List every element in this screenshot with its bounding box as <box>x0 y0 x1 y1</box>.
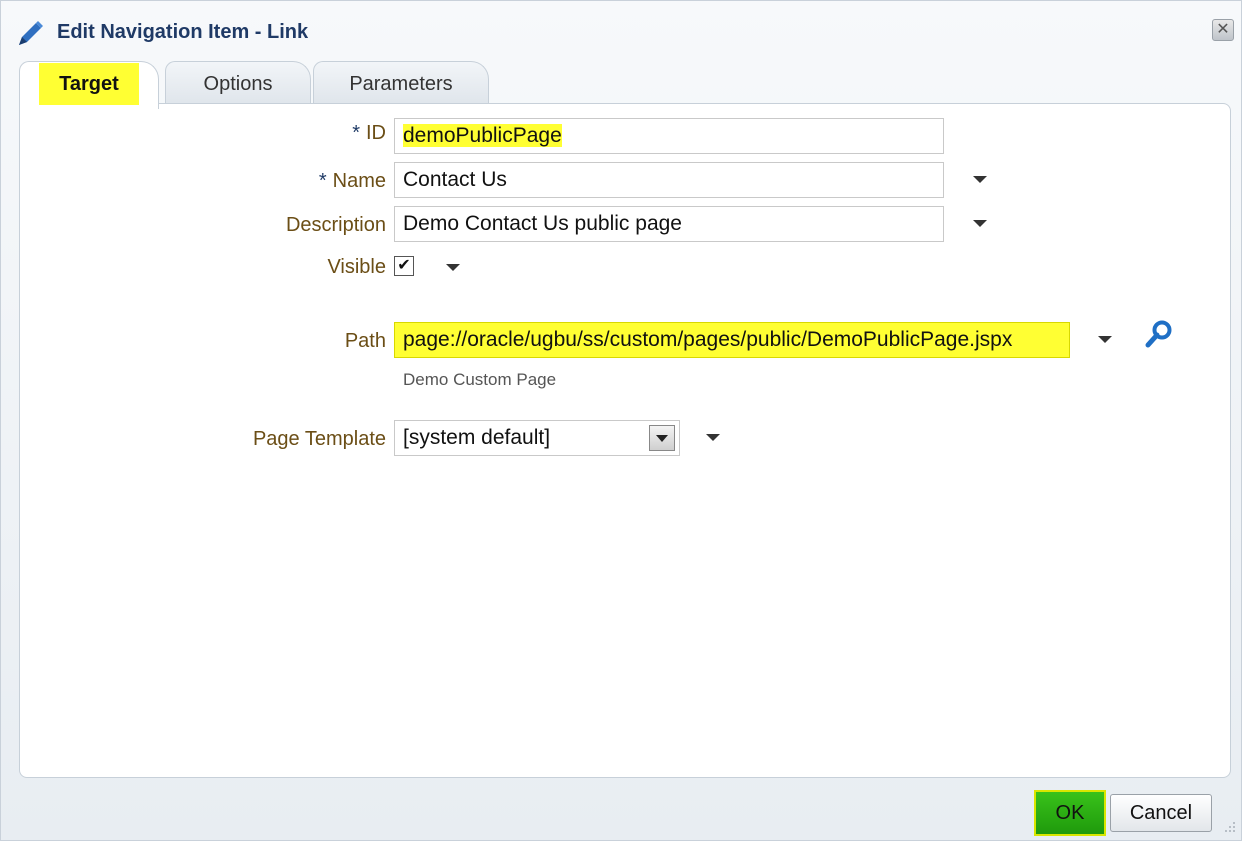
id-field[interactable]: demoPublicPage <box>394 118 944 154</box>
search-icon[interactable] <box>1144 319 1174 349</box>
path-hint: Demo Custom Page <box>403 370 557 389</box>
path-label: Path <box>344 330 386 352</box>
tab-parameters[interactable]: Parameters <box>313 61 489 105</box>
tab-target[interactable]: Target <box>19 61 159 109</box>
name-value: Contact Us <box>403 168 507 191</box>
description-label: Description <box>285 214 386 236</box>
select-arrow-button[interactable] <box>649 425 675 451</box>
tab-target-label: Target <box>39 63 139 105</box>
tab-options-label: Options <box>203 73 273 95</box>
visible-checkbox[interactable]: ✔ <box>394 256 414 276</box>
page-template-label: Page Template <box>252 428 386 450</box>
tab-parameters-label: Parameters <box>349 73 453 95</box>
name-label: * Name <box>318 170 386 192</box>
description-dropdown-icon[interactable] <box>973 220 987 227</box>
description-value: Demo Contact Us public page <box>403 212 682 235</box>
visible-label: Visible <box>327 256 386 278</box>
id-value: demoPublicPage <box>403 124 562 147</box>
close-icon[interactable]: ✕ <box>1212 19 1234 41</box>
pencil-icon <box>19 21 43 45</box>
dialog-footer: OK Cancel <box>1 778 1242 842</box>
tab-bar: Target Options Parameters <box>19 57 1229 109</box>
path-field[interactable]: page://oracle/ugbu/ss/custom/pages/publi… <box>394 322 1070 358</box>
path-value: page://oracle/ugbu/ss/custom/pages/publi… <box>403 328 1013 351</box>
name-field[interactable]: Contact Us <box>394 162 944 198</box>
required-marker: * <box>318 170 327 192</box>
name-dropdown-icon[interactable] <box>973 176 987 183</box>
page-template-dropdown-icon[interactable] <box>706 434 720 441</box>
id-label: * ID <box>352 122 386 144</box>
page-template-value: [system default] <box>403 426 551 449</box>
required-marker: * <box>352 122 360 144</box>
dialog-title: Edit Navigation Item - Link <box>57 21 309 43</box>
target-tab-panel: * ID demoPublicPage * Name Contact Us Desc… <box>19 103 1231 778</box>
path-dropdown-icon[interactable] <box>1098 336 1112 343</box>
dialog-titlebar: Edit Navigation Item - Link ✕ <box>1 1 1241 61</box>
page-template-select[interactable]: [system default] <box>394 420 680 456</box>
ok-button[interactable]: OK <box>1034 790 1106 836</box>
edit-navigation-dialog: Edit Navigation Item - Link ✕ Target Opt… <box>0 0 1242 841</box>
resize-grip-icon[interactable] <box>1221 818 1237 834</box>
visible-dropdown-icon[interactable] <box>446 264 460 271</box>
tab-options[interactable]: Options <box>165 61 311 105</box>
description-field[interactable]: Demo Contact Us public page <box>394 206 944 242</box>
cancel-button[interactable]: Cancel <box>1110 794 1212 832</box>
